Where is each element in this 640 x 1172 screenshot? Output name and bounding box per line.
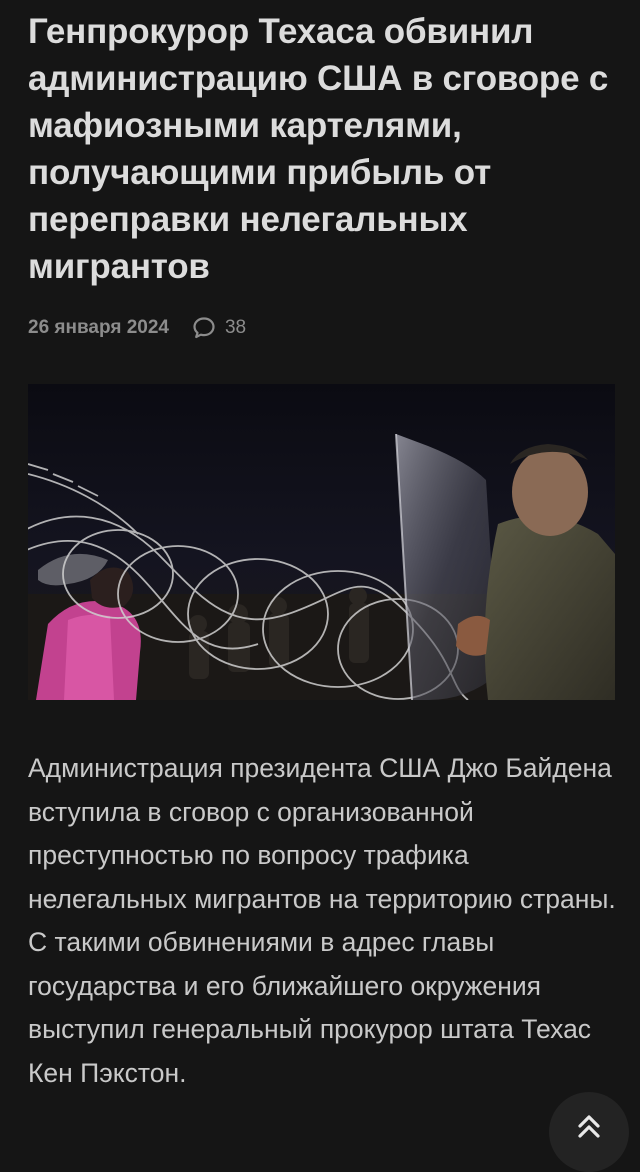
article-meta: 26 января 2024 38 xyxy=(28,314,246,342)
article-body: Администрация президента США Джо Байдена… xyxy=(28,753,616,1088)
article: Генпрокурор Техаса обвинил администрацию… xyxy=(0,0,640,1150)
article-title: Генпрокурор Техаса обвинил администрацию… xyxy=(28,12,609,286)
comments-count: 38 xyxy=(224,317,247,338)
publish-date: 26 января 2024 xyxy=(28,317,169,338)
comments-link[interactable]: 38 xyxy=(191,315,246,341)
double-chevron-up-icon xyxy=(578,1115,600,1138)
article-image[interactable] xyxy=(28,384,615,700)
speech-bubble-icon xyxy=(193,317,215,339)
article-photo xyxy=(28,384,615,700)
scroll-to-top-button[interactable] xyxy=(549,1092,629,1172)
